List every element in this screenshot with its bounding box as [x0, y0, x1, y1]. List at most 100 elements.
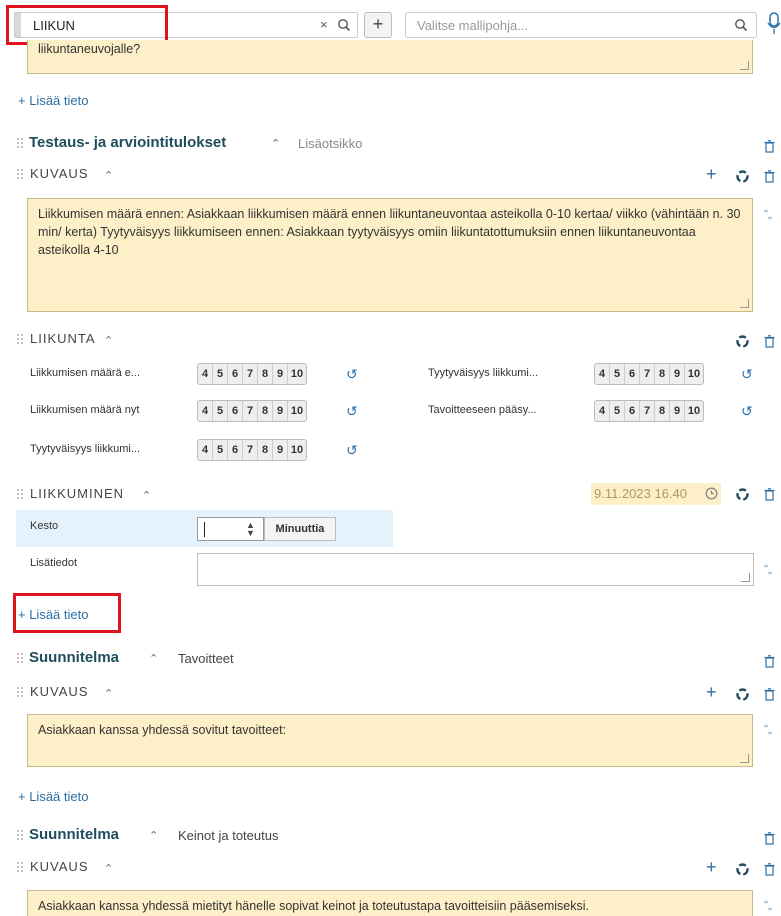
add-info-link[interactable]: + Lisää tieto: [18, 93, 88, 108]
scale-option[interactable]: 10: [685, 364, 703, 384]
recycle-icon[interactable]: [736, 863, 749, 876]
scale-option[interactable]: 8: [655, 364, 670, 384]
scale-option[interactable]: 8: [258, 401, 273, 421]
collapse-caret-icon[interactable]: ⌃: [271, 137, 280, 150]
history-icon[interactable]: ↺: [741, 366, 753, 383]
add-info-link[interactable]: + Lisää tieto: [18, 789, 88, 804]
add-icon[interactable]: +: [706, 164, 717, 185]
scale-option[interactable]: 10: [288, 440, 306, 460]
scale-option[interactable]: 7: [243, 364, 258, 384]
history-icon[interactable]: ↺: [346, 442, 358, 459]
recycle-icon[interactable]: [736, 335, 749, 348]
collapse-caret-icon[interactable]: ⌃: [149, 829, 158, 842]
drag-handle[interactable]: [16, 829, 24, 841]
collapse-caret-icon[interactable]: ⌃: [104, 862, 113, 875]
rating-scale[interactable]: 4 5 6 7 8 9 10: [197, 439, 307, 461]
clock-icon[interactable]: [705, 487, 718, 500]
clear-search-icon[interactable]: ×: [320, 17, 328, 32]
resize-grip[interactable]: [740, 61, 749, 70]
scale-option[interactable]: 10: [288, 364, 306, 384]
resize-grip[interactable]: [740, 754, 749, 763]
date-time-field[interactable]: 9.11.2023 16.40: [591, 483, 721, 505]
scale-option[interactable]: 7: [640, 364, 655, 384]
trash-icon[interactable]: [764, 688, 775, 701]
template-search-input[interactable]: Valitse mallipohja...: [405, 12, 757, 38]
quote-icon[interactable]: “„: [764, 898, 772, 912]
rating-scale[interactable]: 4 5 6 7 8 9 10: [594, 363, 704, 385]
drag-handle[interactable]: [16, 861, 24, 873]
scale-option[interactable]: 4: [198, 364, 213, 384]
scale-option[interactable]: 6: [228, 364, 243, 384]
scale-option[interactable]: 9: [670, 401, 685, 421]
collapse-caret-icon[interactable]: ⌃: [142, 489, 151, 502]
trash-icon[interactable]: [764, 335, 775, 348]
resize-grip[interactable]: [741, 573, 750, 582]
previous-note-textarea[interactable]: liikuntaneuvojalle?: [27, 40, 753, 74]
kuvaus-textarea[interactable]: Asiakkaan kanssa yhdessä mietityt hänell…: [27, 890, 753, 916]
scale-option[interactable]: 8: [655, 401, 670, 421]
rating-scale[interactable]: 4 5 6 7 8 9 10: [197, 363, 307, 385]
scale-option[interactable]: 10: [685, 401, 703, 421]
scale-option[interactable]: 4: [198, 401, 213, 421]
recycle-icon[interactable]: [736, 170, 749, 183]
scale-option[interactable]: 5: [213, 440, 228, 460]
scale-option[interactable]: 5: [610, 401, 625, 421]
trash-icon[interactable]: [764, 832, 775, 845]
add-icon[interactable]: +: [706, 682, 717, 703]
scale-option[interactable]: 4: [595, 364, 610, 384]
collapse-caret-icon[interactable]: ⌃: [104, 687, 113, 700]
recycle-icon[interactable]: [736, 488, 749, 501]
rating-scale[interactable]: 4 5 6 7 8 9 10: [594, 400, 704, 422]
kesto-number-input[interactable]: ▲ ▼: [197, 517, 264, 541]
scale-option[interactable]: 5: [213, 364, 228, 384]
drag-handle[interactable]: [16, 488, 24, 500]
kuvaus-textarea[interactable]: Asiakkaan kanssa yhdessä sovitut tavoitt…: [27, 714, 753, 767]
trash-icon[interactable]: [764, 655, 775, 668]
scale-option[interactable]: 6: [228, 401, 243, 421]
rating-scale[interactable]: 4 5 6 7 8 9 10: [197, 400, 307, 422]
drag-handle[interactable]: [16, 652, 24, 664]
scale-option[interactable]: 9: [670, 364, 685, 384]
quote-icon[interactable]: “„: [764, 562, 772, 576]
scale-option[interactable]: 7: [243, 440, 258, 460]
scale-option[interactable]: 7: [243, 401, 258, 421]
scale-option[interactable]: 4: [595, 401, 610, 421]
drag-handle[interactable]: [16, 686, 24, 698]
trash-icon[interactable]: [764, 170, 775, 183]
scale-option[interactable]: 8: [258, 440, 273, 460]
history-icon[interactable]: ↺: [346, 366, 358, 383]
drag-handle[interactable]: [16, 168, 24, 180]
scale-option[interactable]: 6: [625, 401, 640, 421]
trash-icon[interactable]: [764, 140, 775, 153]
add-icon[interactable]: +: [706, 857, 717, 878]
microphone-icon[interactable]: [767, 12, 781, 36]
collapse-caret-icon[interactable]: ⌃: [149, 652, 158, 665]
history-icon[interactable]: ↺: [346, 403, 358, 420]
scale-option[interactable]: 8: [258, 364, 273, 384]
scale-option[interactable]: 6: [228, 440, 243, 460]
lisatiedot-textarea[interactable]: [197, 553, 754, 586]
kuvaus-textarea[interactable]: Liikkumisen määrä ennen: Asiakkaan liikk…: [27, 198, 753, 312]
add-button[interactable]: +: [364, 12, 392, 38]
scale-option[interactable]: 9: [273, 364, 288, 384]
collapse-caret-icon[interactable]: ⌃: [104, 334, 113, 347]
search-icon[interactable]: [337, 18, 351, 32]
quote-icon[interactable]: “„: [764, 722, 772, 736]
scale-option[interactable]: 9: [273, 401, 288, 421]
scale-option[interactable]: 4: [198, 440, 213, 460]
trash-icon[interactable]: [764, 863, 775, 876]
scale-option[interactable]: 10: [288, 401, 306, 421]
collapse-caret-icon[interactable]: ⌃: [104, 169, 113, 182]
scale-option[interactable]: 5: [213, 401, 228, 421]
drag-handle[interactable]: [16, 333, 24, 345]
template-search-icon[interactable]: [734, 18, 748, 32]
resize-grip[interactable]: [740, 299, 749, 308]
history-icon[interactable]: ↺: [741, 403, 753, 420]
scale-option[interactable]: 5: [610, 364, 625, 384]
unit-button[interactable]: Minuuttia: [264, 517, 336, 541]
scale-option[interactable]: 6: [625, 364, 640, 384]
recycle-icon[interactable]: [736, 688, 749, 701]
drag-handle[interactable]: [16, 137, 24, 149]
spinner-icon[interactable]: ▲ ▼: [246, 521, 255, 538]
scale-option[interactable]: 9: [273, 440, 288, 460]
